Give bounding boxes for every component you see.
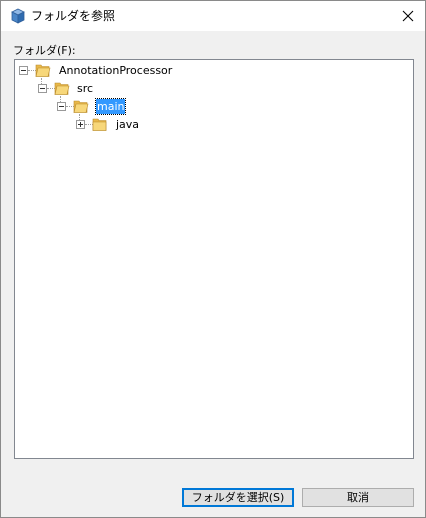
window-title: フォルダを参照 [31, 9, 116, 23]
app-cube-icon [11, 8, 25, 24]
folder-open-icon [54, 82, 70, 95]
close-icon [402, 10, 414, 22]
collapse-toggle[interactable] [38, 84, 47, 93]
tree-node-label-selected: main [94, 98, 127, 115]
folder-open-icon [35, 64, 51, 77]
tree-node-main[interactable]: main [15, 98, 413, 115]
folder-tree[interactable]: AnnotationProcessor src main java [14, 59, 414, 459]
collapse-toggle[interactable] [19, 66, 28, 75]
tree-node-label: java [116, 118, 140, 131]
expand-toggle[interactable] [76, 120, 85, 129]
collapse-toggle[interactable] [57, 102, 66, 111]
folder-field-label: フォルダ(F): [13, 44, 76, 57]
browse-folder-dialog: フォルダを参照 フォルダ(F): AnnotationProcessor src… [0, 0, 426, 518]
tree-node-label: src [77, 82, 94, 95]
title-bar[interactable]: フォルダを参照 [1, 1, 425, 31]
tree-node-annotationprocessor[interactable]: AnnotationProcessor [15, 62, 413, 78]
folder-closed-icon [92, 118, 107, 131]
tree-node-label: AnnotationProcessor [59, 64, 173, 77]
close-button[interactable] [391, 1, 425, 31]
select-folder-button[interactable]: フォルダを選択(S) [182, 488, 294, 507]
cancel-button[interactable]: 取消 [302, 488, 414, 507]
tree-node-src[interactable]: src [15, 80, 413, 96]
tree-node-java[interactable]: java [15, 116, 413, 132]
folder-open-icon [73, 100, 89, 113]
